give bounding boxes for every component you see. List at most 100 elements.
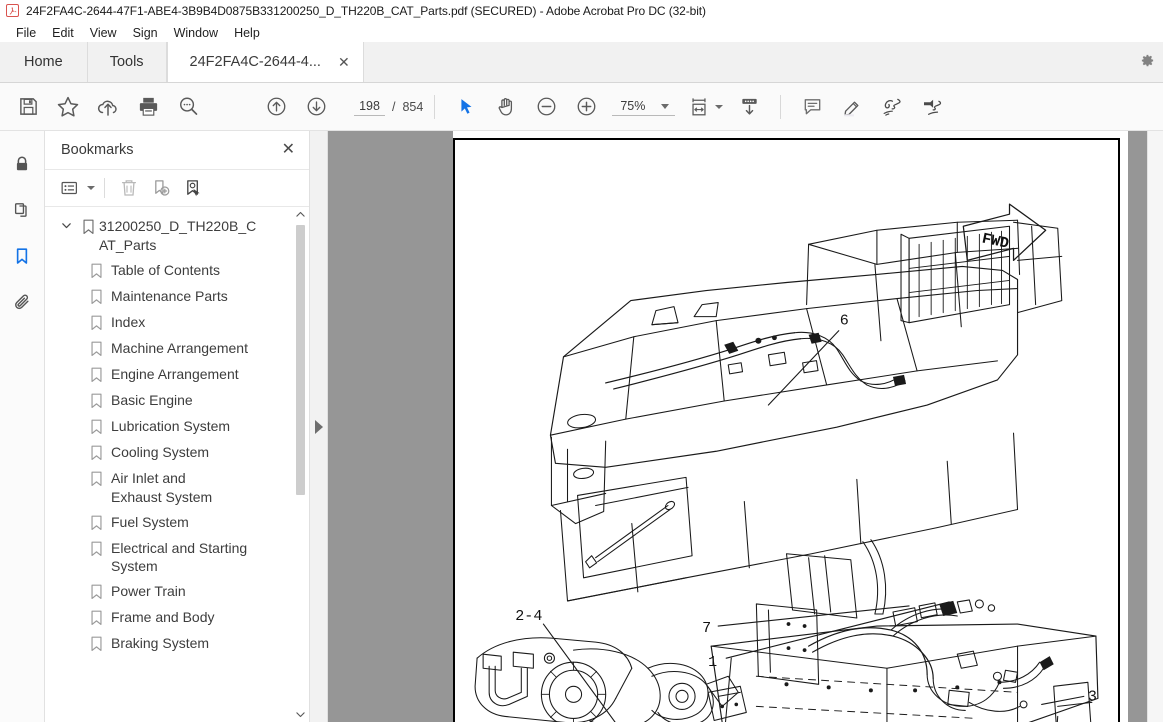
gear-icon[interactable]: [1140, 53, 1155, 68]
acrobat-window: 24F2FA4C-2644-47F1-ABE4-3B9B4D0875B33120…: [0, 0, 1163, 722]
pdf-page-border: FWD 6 7 1 2-4 3 5-2: [453, 138, 1120, 722]
bookmark-icon: [85, 513, 107, 531]
callout-3: 3: [1088, 687, 1097, 705]
fill-and-sign-icon[interactable]: [912, 87, 952, 127]
bookmark-item-braking-system[interactable]: Braking System: [45, 631, 309, 657]
bookmark-item-fuel-system[interactable]: Fuel System: [45, 510, 309, 536]
bookmark-label: Air Inlet and Exhaust System: [111, 469, 213, 505]
bookmark-options-chevron-down-icon[interactable]: [87, 186, 95, 190]
bookmark-label: Machine Arrangement: [111, 339, 248, 356]
page-scrolling-icon[interactable]: [729, 87, 769, 127]
zoom-in-icon[interactable]: [566, 87, 606, 127]
navigation-rail: [0, 131, 45, 722]
page-total: 854: [402, 99, 424, 114]
goto-bookmark-icon[interactable]: [178, 174, 208, 202]
document-viewport[interactable]: FWD 6 7 1 2-4 3 5-2: [328, 131, 1163, 722]
window-title: 24F2FA4C-2644-47F1-ABE4-3B9B4D0875B33120…: [26, 3, 706, 18]
next-page-icon[interactable]: [296, 87, 336, 127]
close-icon[interactable]: ✕: [335, 53, 353, 71]
toolbar-separator-1: [434, 94, 436, 119]
bookmark-item-maintenance-parts[interactable]: Maintenance Parts: [45, 284, 309, 310]
star-icon[interactable]: [48, 87, 88, 127]
save-icon[interactable]: [8, 87, 48, 127]
tab-home[interactable]: Home: [0, 42, 88, 82]
pdf-page: FWD 6 7 1 2-4 3 5-2: [453, 131, 1128, 722]
fit-page-width-icon[interactable]: [679, 87, 719, 127]
zoom-level-selector[interactable]: 75%: [612, 97, 676, 116]
cursor-select-icon[interactable]: [446, 87, 486, 127]
bookmark-item-power-train[interactable]: Power Train: [45, 579, 309, 605]
tab-tools[interactable]: Tools: [87, 42, 167, 82]
title-bar: 24F2FA4C-2644-47F1-ABE4-3B9B4D0875B33120…: [0, 0, 1163, 22]
menu-sign[interactable]: Sign: [125, 25, 166, 41]
page-navigation: / 854: [354, 97, 423, 116]
bookmark-item-electrical-and-starting-system[interactable]: Electrical and Starting System: [45, 536, 309, 580]
previous-page-icon[interactable]: [256, 87, 296, 127]
bookmark-item-cooling-system[interactable]: Cooling System: [45, 440, 309, 466]
scroll-up-icon[interactable]: [294, 207, 307, 222]
bookmark-label: Fuel System: [111, 513, 189, 530]
panel-title: Bookmarks: [61, 142, 134, 158]
bookmark-root-item[interactable]: 31200250_D_TH220B_CAT_Parts: [45, 214, 309, 258]
chevron-down-icon[interactable]: [661, 103, 670, 109]
callout-2-4: 2-4: [515, 607, 542, 625]
tab-strip: Home Tools 24F2FA4C-2644-4... ✕: [0, 42, 1163, 83]
bookmark-item-index[interactable]: Index: [45, 310, 309, 336]
svg-text:FWD: FWD: [980, 230, 1010, 253]
collapse-left-arrow-icon[interactable]: [314, 419, 323, 434]
chevron-down-icon[interactable]: [55, 217, 77, 231]
panel-collapse-handle[interactable]: [310, 131, 328, 722]
trash-icon[interactable]: [114, 174, 144, 202]
bookmark-item-machine-arrangement[interactable]: Machine Arrangement: [45, 336, 309, 362]
menu-help[interactable]: Help: [226, 25, 268, 41]
menu-window[interactable]: Window: [166, 25, 226, 41]
upload-cloud-icon[interactable]: [88, 87, 128, 127]
bookmark-item-engine-arrangement[interactable]: Engine Arrangement: [45, 362, 309, 388]
zoom-out-icon[interactable]: [526, 87, 566, 127]
callout-7: 7: [702, 619, 711, 637]
security-lock-icon[interactable]: [5, 147, 39, 181]
bookmarks-toolbar: [45, 169, 309, 207]
tab-document-label: 24F2FA4C-2644-4...: [189, 54, 321, 70]
comment-icon[interactable]: [792, 87, 832, 127]
bookmark-options-icon[interactable]: [55, 174, 85, 202]
bookmark-icon: [85, 391, 107, 409]
bookmark-item-lubrication-system[interactable]: Lubrication System: [45, 414, 309, 440]
toolbar-separator-2: [780, 94, 782, 119]
bookmark-label: Frame and Body: [111, 609, 215, 626]
document-scrollbar[interactable]: [1147, 131, 1163, 722]
menu-edit[interactable]: Edit: [44, 25, 82, 41]
bookmark-item-table-of-contents[interactable]: Table of Contents: [45, 258, 309, 284]
bookmark-icon: [85, 417, 107, 435]
page-thumbnails-icon[interactable]: [5, 193, 39, 227]
bookmarks-panel: Bookmarks ✕ 31200250_D_TH220B_CAT_Parts …: [45, 131, 310, 722]
bookmark-label: Index: [111, 313, 146, 330]
bookmark-icon: [85, 539, 107, 557]
bookmark-label: Lubrication System: [111, 417, 231, 434]
bookmarks-scrollbar[interactable]: [294, 207, 307, 722]
bookmark-icon: [85, 443, 107, 461]
scroll-down-icon[interactable]: [294, 707, 307, 722]
bookmark-item-air-inlet-and-exhaust-system[interactable]: Air Inlet and Exhaust System: [45, 466, 309, 510]
menu-view[interactable]: View: [82, 25, 125, 41]
search-icon[interactable]: [168, 87, 208, 127]
menu-file[interactable]: File: [8, 25, 44, 41]
print-icon[interactable]: [128, 87, 168, 127]
bookmark-label: Engine Arrangement: [111, 365, 239, 382]
close-icon[interactable]: ✕: [282, 142, 295, 158]
attachments-icon[interactable]: [5, 285, 39, 319]
sign-pen-icon[interactable]: [872, 87, 912, 127]
highlight-marker-icon[interactable]: [832, 87, 872, 127]
new-bookmark-icon[interactable]: [146, 174, 176, 202]
bookmark-label: Cooling System: [111, 443, 210, 460]
bookmarks-tree[interactable]: 31200250_D_TH220B_CAT_Parts Table of Con…: [45, 207, 309, 722]
fit-page-chevron-down-icon[interactable]: [715, 104, 724, 109]
bookmark-item-frame-and-body[interactable]: Frame and Body: [45, 605, 309, 631]
bookmarks-icon[interactable]: [5, 239, 39, 273]
scrollbar-thumb[interactable]: [296, 225, 305, 495]
bookmark-item-basic-engine[interactable]: Basic Engine: [45, 388, 309, 414]
tab-document[interactable]: 24F2FA4C-2644-4... ✕: [166, 42, 364, 82]
page-number-input[interactable]: [354, 97, 385, 116]
bookmark-icon: [85, 469, 107, 487]
hand-tool-icon[interactable]: [486, 87, 526, 127]
